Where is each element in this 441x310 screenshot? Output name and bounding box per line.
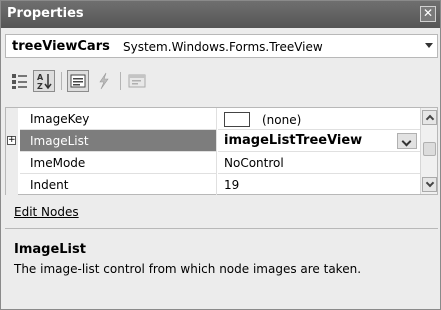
toolbar-separator	[120, 72, 121, 90]
title-bar[interactable]: Properties ✕	[1, 1, 440, 28]
close-button[interactable]: ✕	[420, 6, 436, 22]
property-pages-icon	[128, 74, 146, 88]
property-value-text: imageListTreeView	[224, 133, 363, 148]
commands-pane: Edit Nodes	[5, 195, 438, 229]
property-value-indent[interactable]: 19	[218, 174, 420, 196]
toolbar: A Z	[5, 66, 438, 96]
categorized-icon	[12, 74, 27, 89]
property-value-imemode[interactable]: NoControl	[218, 152, 420, 174]
property-row-indent[interactable]: Indent 19	[6, 174, 420, 196]
property-name: ImageKey	[20, 108, 217, 130]
property-value-imagelist[interactable]: imageListTreeView	[218, 130, 420, 152]
window-title: Properties	[7, 6, 84, 21]
scroll-down-button[interactable]	[422, 177, 437, 192]
property-name: ImageList	[20, 130, 217, 152]
svg-text:A: A	[37, 73, 44, 82]
property-value-text: (none)	[262, 113, 302, 127]
chevron-down-icon[interactable]	[425, 43, 433, 48]
row-gutter	[6, 152, 18, 174]
property-row-imemode[interactable]: ImeMode NoControl	[6, 152, 420, 174]
events-button[interactable]	[93, 70, 115, 92]
edit-nodes-link[interactable]: Edit Nodes	[14, 205, 79, 219]
toolbar-separator	[61, 72, 62, 90]
property-row-imagekey[interactable]: ImageKey (none)	[6, 108, 420, 130]
alphabetical-button[interactable]: A Z	[33, 70, 55, 92]
properties-icon	[70, 74, 86, 88]
object-name: treeViewCars	[12, 39, 110, 54]
property-row-imagelist[interactable]: + ImageList imageListTreeView	[6, 130, 420, 152]
object-type: System.Windows.Forms.TreeView	[123, 40, 323, 54]
object-selector[interactable]: treeViewCars System.Windows.Forms.TreeVi…	[5, 34, 438, 58]
scroll-up-button[interactable]	[422, 110, 437, 125]
property-value-imagekey[interactable]: (none)	[218, 108, 420, 130]
row-gutter	[6, 174, 18, 196]
row-gutter: +	[6, 130, 18, 152]
expand-plus-icon[interactable]: +	[7, 136, 16, 145]
property-name: ImeMode	[20, 152, 217, 174]
svg-text:Z: Z	[37, 82, 43, 91]
vertical-scrollbar[interactable]	[420, 108, 437, 194]
dropdown-button[interactable]	[397, 133, 417, 149]
property-name: Indent	[20, 174, 217, 196]
description-text: The image-list control from which node i…	[14, 262, 362, 276]
description-pane: ImageList The image-list control from wh…	[5, 237, 438, 305]
image-preview-swatch	[224, 112, 250, 127]
alphabetical-sort-icon: A Z	[37, 73, 52, 91]
row-gutter	[6, 108, 18, 130]
description-title: ImageList	[14, 242, 86, 257]
properties-button[interactable]	[67, 70, 89, 92]
scroll-thumb[interactable]	[423, 142, 436, 156]
properties-window: Properties ✕ treeViewCars System.Windows…	[0, 0, 441, 310]
property-pages-button[interactable]	[126, 70, 148, 92]
events-lightning-icon	[99, 72, 109, 90]
property-grid: ImageKey (none) + ImageList imageListTre…	[5, 107, 438, 196]
categorized-button[interactable]	[9, 70, 31, 92]
